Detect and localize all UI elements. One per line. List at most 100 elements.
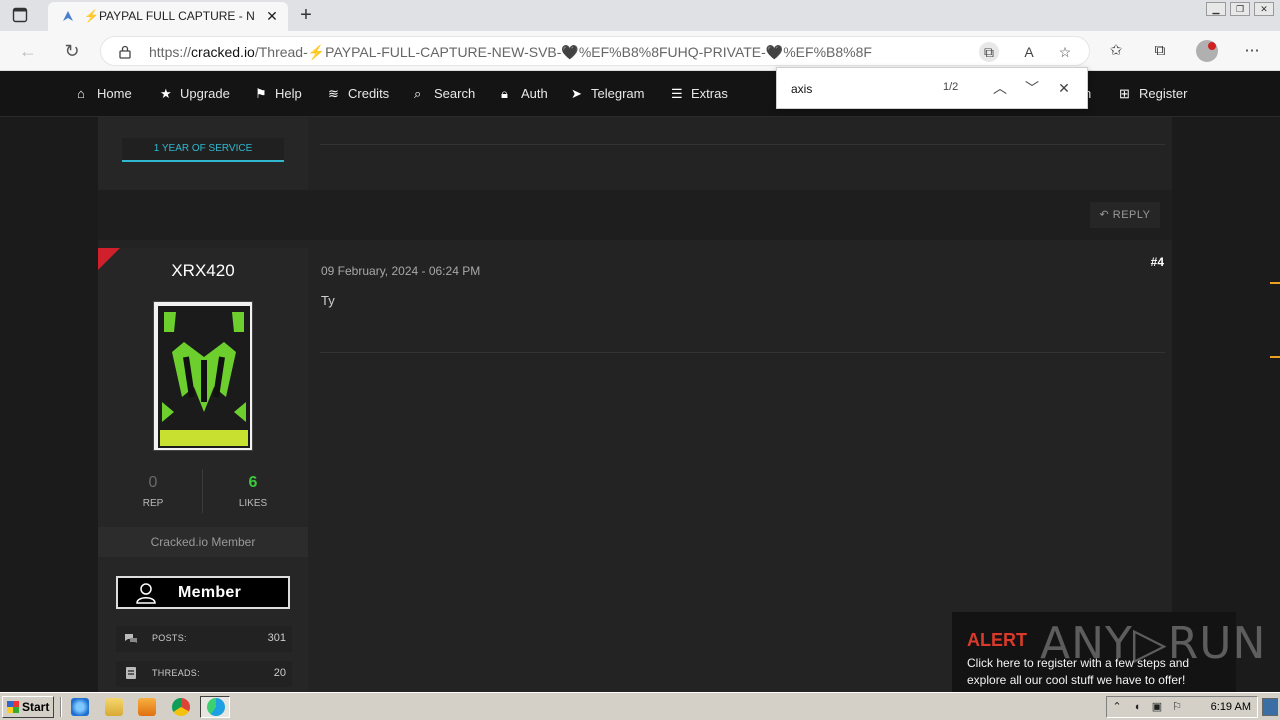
year-of-service-badge: 1 YEAR OF SERVICE: [122, 138, 284, 162]
tab-actions-icon[interactable]: [12, 7, 28, 23]
refresh-icon[interactable]: ↻: [61, 40, 83, 62]
member-badge-text: Member: [178, 584, 242, 601]
nav-help-label: Help: [275, 86, 302, 101]
find-previous-icon[interactable]: ︿: [990, 78, 1010, 98]
new-tab-icon[interactable]: +: [296, 4, 316, 26]
likes-label: LIKES: [238, 498, 268, 509]
media-player-icon[interactable]: [138, 698, 156, 716]
nav-credits[interactable]: ≋ Credits: [328, 86, 389, 102]
page-content: 1 YEAR OF SERVICE ↶ REPLY XRX420 0 REP 6…: [0, 117, 1280, 692]
nav-register-label: Register: [1139, 86, 1188, 101]
anyrun-alert-banner[interactable]: ANY▷RUN ALERT Click here to register wit…: [952, 612, 1265, 692]
nav-home-label: Home: [97, 86, 132, 101]
nav-register[interactable]: ⊞ Register: [1119, 86, 1187, 102]
user-icon: [136, 583, 156, 604]
coins-icon: ≋: [328, 86, 339, 101]
lock-icon: 🔒︎: [501, 86, 508, 101]
avatar-image: [154, 302, 252, 450]
nav-credits-label: Credits: [348, 86, 390, 101]
find-input[interactable]: [791, 80, 921, 98]
restore-icon[interactable]: ❐: [1230, 2, 1250, 16]
site-navigation: ⌂ Home ★ Upgrade ⚑ Help ≋ Credits ⌕ Search 🔒︎…: [0, 71, 1280, 117]
alert-title: ALERT: [967, 630, 1027, 650]
flag-icon: ⚑: [255, 86, 267, 101]
show-desktop-icon[interactable]: [1262, 698, 1278, 716]
find-on-page-icon[interactable]: ⧉: [979, 42, 999, 62]
plus-square-icon: ⊞: [1119, 86, 1130, 101]
close-window-icon[interactable]: ✕: [1254, 2, 1274, 16]
find-close-icon[interactable]: ✕: [1054, 78, 1074, 98]
find-bar: 1/2 ︿ ﹀ ✕: [776, 67, 1088, 109]
quicklaunch-separator: [60, 697, 62, 717]
tray-expand-icon[interactable]: ⌃: [1111, 701, 1123, 713]
network-icon[interactable]: ▣: [1151, 701, 1163, 713]
threads-count-row: THREADS: 20: [116, 661, 292, 687]
nav-telegram[interactable]: ➤ Telegram: [571, 86, 644, 102]
chrome-icon[interactable]: [172, 698, 190, 716]
likes-value: 6: [248, 474, 258, 491]
search-icon: ⌕: [414, 86, 422, 101]
minimize-icon[interactable]: ▁: [1206, 2, 1226, 16]
member-badge: Member: [116, 576, 290, 609]
file-explorer-icon[interactable]: [105, 698, 123, 716]
reply-button[interactable]: ↶ REPLY: [1090, 202, 1160, 228]
nav-telegram-label: Telegram: [591, 86, 645, 101]
menu-icon: ☰: [671, 86, 683, 101]
post-body: Ty: [321, 293, 335, 308]
favorites-icon[interactable]: ✩: [1106, 41, 1126, 61]
start-button[interactable]: Start: [2, 696, 54, 718]
nav-upgrade[interactable]: ★ Upgrade: [160, 86, 230, 102]
volume-icon[interactable]: ◖: [1131, 701, 1143, 713]
rep-label: REP: [142, 498, 164, 509]
profile-avatar[interactable]: [1196, 40, 1218, 62]
post-number-link[interactable]: #4: [1151, 255, 1164, 269]
url-host: cracked.io: [191, 44, 255, 60]
browser-toolbar: ← ↻ https://cracked.io/Thread-⚡PAYPAL-FU…: [0, 31, 1280, 71]
post-date: 09 February, 2024 - 06:24 PM: [321, 264, 481, 278]
nav-upgrade-label: Upgrade: [180, 86, 230, 101]
post-divider: [320, 352, 1165, 353]
back-icon[interactable]: ←: [17, 40, 39, 62]
nav-auth-label: Auth: [521, 86, 548, 101]
user-avatar[interactable]: [153, 301, 253, 451]
nav-search[interactable]: ⌕ Search: [414, 86, 475, 102]
edge-taskbar-button[interactable]: [200, 696, 230, 718]
alert-text: Click here to register with a few steps …: [967, 656, 1190, 687]
collections-icon[interactable]: ⧉: [1150, 41, 1170, 61]
nav-help[interactable]: ⚑ Help: [255, 86, 302, 102]
taskbar: Start ⌃ ◖ ▣ ⚐ 6:19 AM: [0, 692, 1280, 720]
nav-home[interactable]: ⌂ Home: [77, 86, 132, 101]
more-options-icon[interactable]: ⋯: [1242, 41, 1262, 61]
prev-post-user-column: 1 YEAR OF SERVICE: [98, 117, 308, 190]
browser-tab-active[interactable]: ⚡PAYPAL FULL CAPTURE - NEW S ✕: [48, 2, 288, 31]
nav-extras[interactable]: ☰ Extras: [671, 86, 728, 102]
tab-close-icon[interactable]: ✕: [264, 8, 280, 24]
nav-extras-label: Extras: [691, 86, 728, 101]
reply-label: REPLY: [1112, 209, 1151, 221]
stat-divider: [202, 469, 203, 513]
edge-icon: [207, 698, 225, 716]
nav-search-label: Search: [434, 86, 476, 101]
lock-icon[interactable]: [119, 45, 131, 59]
post-username[interactable]: XRX420: [98, 261, 308, 281]
threads-icon: [126, 667, 136, 679]
url-text: https://cracked.io/Thread-⚡PAYPAL-FULL-C…: [149, 44, 872, 61]
scroll-match-marker: [1270, 356, 1280, 358]
tab-title: ⚡PAYPAL FULL CAPTURE - NEW S: [84, 9, 254, 23]
address-bar[interactable]: https://cracked.io/Thread-⚡PAYPAL-FULL-C…: [100, 36, 1090, 66]
posts-count-row: POSTS: 301: [116, 626, 292, 652]
home-icon: ⌂: [77, 86, 85, 101]
start-label: Start: [22, 700, 50, 714]
user-role: Cracked.io Member: [98, 527, 308, 557]
windows-flag-icon: [7, 701, 19, 713]
telegram-icon: ➤: [571, 86, 582, 101]
scroll-match-marker: [1270, 282, 1280, 284]
thread-posts: 1 YEAR OF SERVICE ↶ REPLY XRX420 0 REP 6…: [98, 117, 1172, 692]
flag-notify-icon[interactable]: ⚐: [1171, 701, 1183, 713]
nav-auth[interactable]: 🔒︎ Auth: [501, 86, 548, 102]
add-favorite-icon[interactable]: ☆: [1055, 42, 1075, 62]
find-next-icon[interactable]: ﹀: [1022, 78, 1042, 98]
posts-icon: [125, 634, 137, 643]
read-aloud-icon[interactable]: A: [1019, 42, 1039, 62]
internet-explorer-icon[interactable]: [71, 698, 89, 716]
